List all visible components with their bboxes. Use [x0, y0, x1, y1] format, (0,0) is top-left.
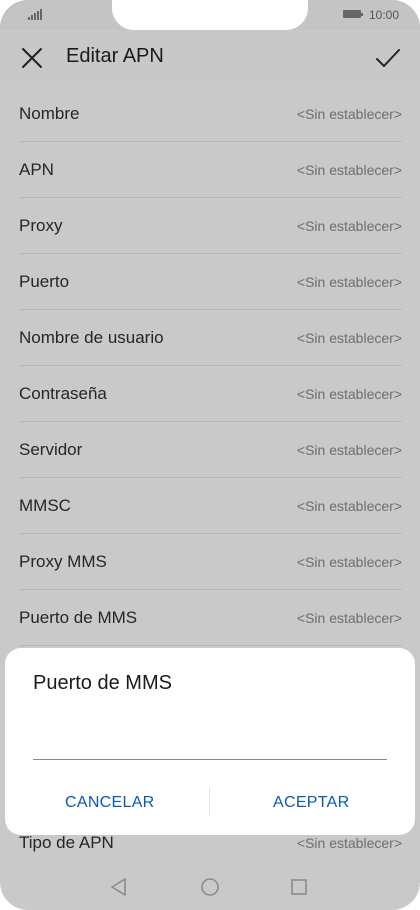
apn-settings-list: Nombre <Sin establecer> APN <Sin estable…	[0, 86, 420, 646]
field-value: <Sin establecer>	[296, 835, 402, 851]
field-value: <Sin establecer>	[296, 610, 402, 626]
field-label: Proxy MMS	[19, 552, 107, 571]
field-label: Tipo de APN	[19, 833, 114, 852]
field-value: <Sin establecer>	[296, 218, 402, 234]
home-circle-icon[interactable]	[200, 877, 220, 897]
field-value: <Sin establecer>	[296, 386, 402, 402]
field-label: Nombre de usuario	[19, 328, 164, 347]
status-time: 10:00	[369, 8, 400, 22]
field-row-apn[interactable]: APN <Sin establecer>	[19, 142, 402, 198]
field-value: <Sin establecer>	[296, 274, 402, 290]
field-row-servidor[interactable]: Servidor <Sin establecer>	[19, 422, 402, 478]
field-label: Puerto de MMS	[19, 608, 138, 627]
field-row-nombre[interactable]: Nombre <Sin establecer>	[19, 86, 402, 142]
field-label: APN	[19, 160, 54, 179]
field-row-mmsc[interactable]: MMSC <Sin establecer>	[19, 478, 402, 534]
field-row-puerto[interactable]: Puerto <Sin establecer>	[19, 254, 402, 310]
app-header: Editar APN	[0, 30, 420, 86]
page-title: Editar APN	[66, 45, 164, 67]
recent-square-icon[interactable]	[290, 878, 308, 896]
field-label: Puerto	[19, 272, 70, 291]
mms-port-input[interactable]	[33, 726, 387, 760]
field-value: <Sin establecer>	[296, 554, 402, 570]
back-triangle-icon[interactable]	[110, 877, 128, 897]
field-value: <Sin establecer>	[296, 498, 402, 514]
port-input-dialog: Puerto de MMS CANCELAR ACEPTAR	[5, 648, 415, 835]
cancel-button[interactable]: CANCELAR	[65, 794, 155, 812]
field-row-nombre-de-usuario[interactable]: Nombre de usuario <Sin establecer>	[19, 310, 402, 366]
field-row-puerto-de-mms[interactable]: Puerto de MMS <Sin establecer>	[19, 590, 402, 646]
dialog-title: Puerto de MMS	[33, 672, 172, 694]
field-value: <Sin establecer>	[296, 106, 402, 122]
field-value: <Sin establecer>	[296, 330, 402, 346]
field-label: Contraseña	[19, 384, 107, 403]
field-row-proxy[interactable]: Proxy <Sin establecer>	[19, 198, 402, 254]
close-icon[interactable]	[18, 44, 46, 72]
navigation-bar	[0, 868, 420, 906]
check-icon[interactable]	[374, 44, 402, 72]
accept-button[interactable]: ACEPTAR	[273, 794, 349, 812]
button-divider	[209, 788, 210, 816]
camera-notch	[112, 0, 308, 30]
field-label: Nombre	[19, 104, 80, 123]
phone-screen: 10:00 Editar APN Nombre <Sin establecer>…	[0, 0, 420, 910]
field-row-contrasena[interactable]: Contraseña <Sin establecer>	[19, 366, 402, 422]
field-label: MMSC	[19, 496, 71, 515]
field-value: <Sin establecer>	[296, 162, 402, 178]
battery-icon	[343, 10, 363, 18]
field-row-proxy-mms[interactable]: Proxy MMS <Sin establecer>	[19, 534, 402, 590]
field-label: Servidor	[19, 440, 83, 459]
field-label: Proxy	[19, 216, 63, 235]
signal-icon	[28, 8, 44, 20]
field-value: <Sin establecer>	[296, 442, 402, 458]
